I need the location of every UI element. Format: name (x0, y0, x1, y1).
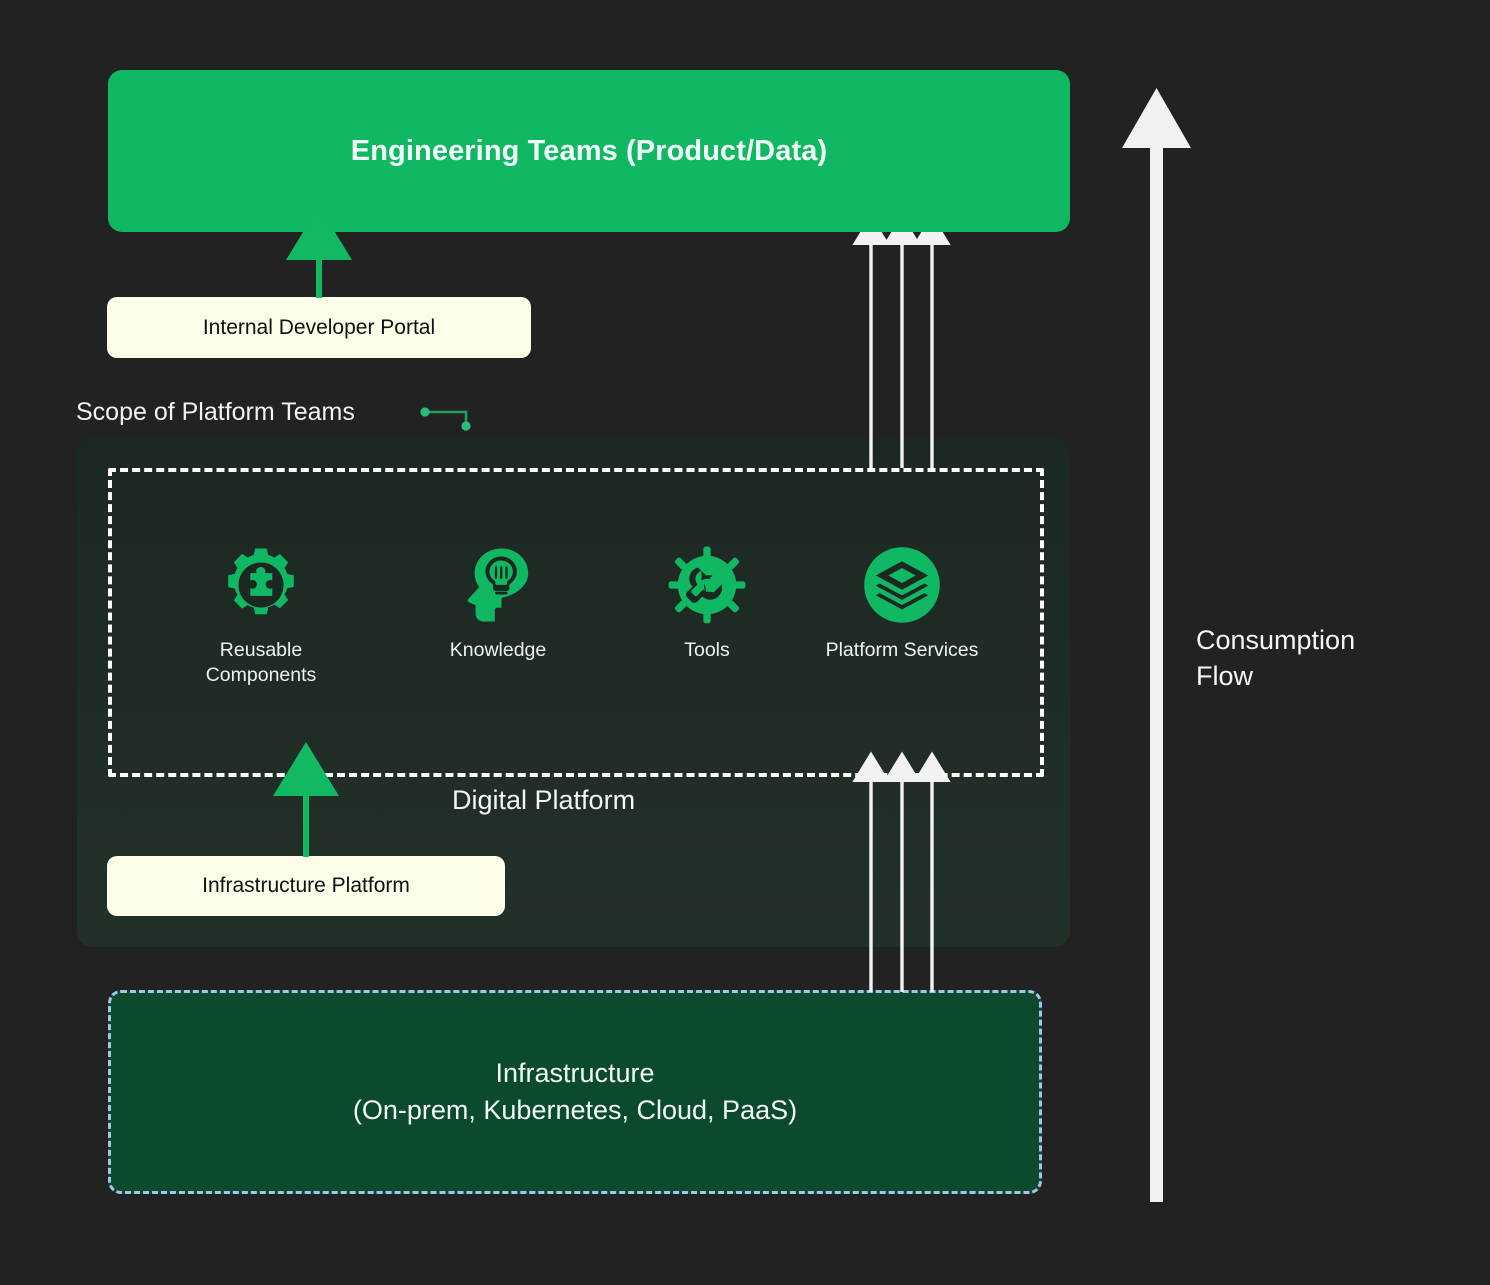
cog-wrench-icon (617, 546, 797, 624)
capability-platform-services[interactable]: Platform Services (812, 546, 992, 663)
capability-label: Knowledge (449, 639, 547, 661)
capability-reusable-components[interactable]: Reusable Components (171, 546, 351, 688)
head-lightbulb-icon (408, 546, 588, 624)
capability-label: Reusable Components (205, 639, 317, 686)
scope-of-platform-teams-label: Scope of Platform Teams (76, 398, 355, 426)
infrastructure-platform-box[interactable]: Infrastructure Platform (107, 856, 505, 916)
capability-label: Tools (684, 639, 730, 661)
elbow-connector-icon (420, 407, 471, 431)
digital-platform-label: Digital Platform (452, 785, 636, 815)
engineering-teams-box[interactable]: Engineering Teams (Product/Data) (108, 70, 1070, 232)
infrastructure-platform-label: Infrastructure Platform (202, 874, 410, 897)
engineering-teams-label: Engineering Teams (Product/Data) (350, 134, 828, 167)
diagram-canvas: Reusable Components Knowledge Tools Plat… (0, 0, 1490, 1285)
capability-label: Platform Services (825, 639, 979, 661)
gear-puzzle-icon (171, 546, 351, 624)
internal-developer-portal-box[interactable]: Internal Developer Portal (107, 297, 531, 358)
consumption-flow-label: Consumption Flow (1196, 625, 1356, 691)
capability-knowledge[interactable]: Knowledge (408, 546, 588, 663)
layers-circle-icon (812, 546, 992, 624)
capability-tools[interactable]: Tools (617, 546, 797, 663)
consumption-flow-arrow-icon (1122, 88, 1191, 1202)
platform-to-teams-arrows (852, 214, 951, 468)
infrastructure-label: Infrastructure (On-prem, Kubernetes, Clo… (352, 1058, 798, 1125)
infrastructure-box[interactable]: Infrastructure (On-prem, Kubernetes, Clo… (108, 990, 1042, 1194)
internal-developer-portal-label: Internal Developer Portal (202, 315, 436, 339)
